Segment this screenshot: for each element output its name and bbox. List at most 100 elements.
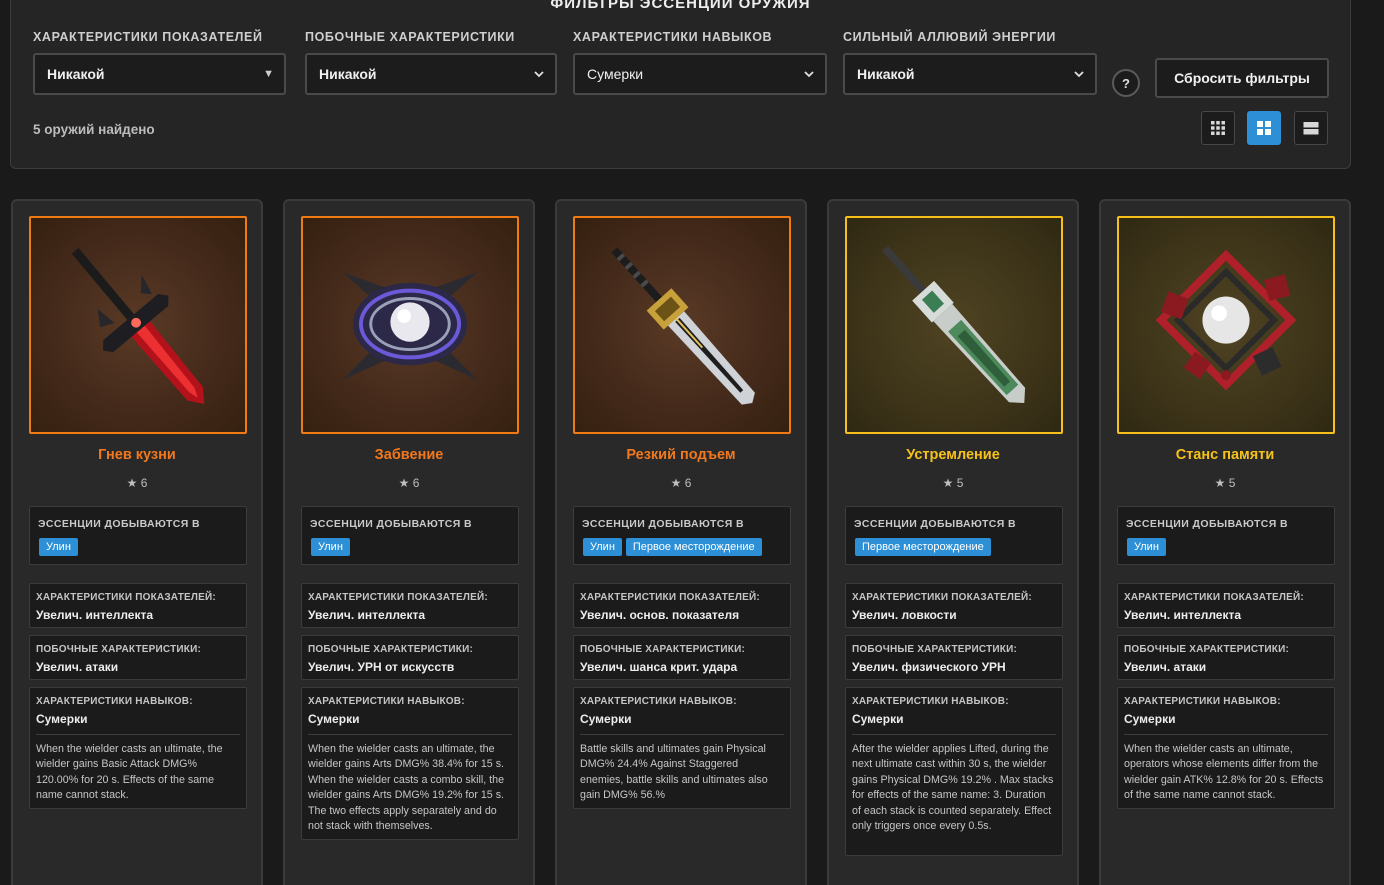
weapon-name[interactable]: Забвение bbox=[285, 447, 533, 463]
stat-label: ХАРАКТЕРИСТИКИ ПОКАЗАТЕЛЕЙ: bbox=[852, 592, 1032, 603]
alluvium-energy-select[interactable]: Никакой bbox=[843, 53, 1097, 95]
divider bbox=[1124, 734, 1328, 735]
secondary-stats-select[interactable]: Никакой bbox=[305, 53, 557, 95]
skill-description: Battle skills and ultimates gain Physica… bbox=[580, 743, 768, 802]
list-icon bbox=[1303, 122, 1319, 135]
source-tag[interactable]: Улин bbox=[311, 538, 350, 556]
stat-label: ХАРАКТЕРИСТИКИ НАВЫКОВ: bbox=[1124, 696, 1281, 707]
stat-value: Сумерки bbox=[36, 712, 88, 726]
results-count: 5 оружий найдено bbox=[33, 122, 155, 137]
weapon-image bbox=[29, 216, 247, 434]
stat-value: Сумерки bbox=[852, 712, 904, 726]
weapon-card[interactable]: Гнев кузни ★ 6 ЭССЕНЦИИ ДОБЫВАЮТСЯ В Ули… bbox=[11, 199, 263, 885]
skill-stat-box: ХАРАКТЕРИСТИКИ НАВЫКОВ: Сумерки When the… bbox=[301, 687, 519, 840]
source-box: ЭССЕНЦИИ ДОБЫВАЮТСЯ В Улин bbox=[1117, 506, 1335, 565]
stat-label: ХАРАКТЕРИСТИКИ ПОКАЗАТЕЛЕЙ: bbox=[1124, 592, 1304, 603]
primary-stat-box: ХАРАКТЕРИСТИКИ ПОКАЗАТЕЛЕЙ: Увелич. инте… bbox=[29, 583, 247, 628]
arts-unit-icon bbox=[342, 271, 478, 380]
skill-stats-select[interactable]: Сумерки bbox=[573, 53, 827, 95]
source-box: ЭССЕНЦИИ ДОБЫВАЮТСЯ В Улин bbox=[29, 506, 247, 565]
source-label: ЭССЕНЦИИ ДОБЫВАЮТСЯ В bbox=[38, 518, 201, 530]
stat-value: Сумерки bbox=[308, 712, 360, 726]
skill-description: When the wielder casts an ultimate, the … bbox=[308, 743, 505, 833]
source-tag[interactable]: Первое месторождение bbox=[855, 538, 991, 556]
stat-label: ПОБОЧНЫЕ ХАРАКТЕРИСТИКИ: bbox=[852, 644, 1018, 655]
source-label: ЭССЕНЦИИ ДОБЫВАЮТСЯ В bbox=[854, 518, 1017, 530]
weapon-card[interactable]: Резкий подъем ★ 6 ЭССЕНЦИИ ДОБЫВАЮТСЯ В … bbox=[555, 199, 807, 885]
stat-label: ХАРАКТЕРИСТИКИ ПОКАЗАТЕЛЕЙ: bbox=[308, 592, 488, 603]
stat-value: Увелич. интеллекта bbox=[1124, 608, 1242, 622]
view-small-grid-button[interactable] bbox=[1201, 111, 1235, 145]
chevron-down-icon bbox=[534, 71, 544, 78]
stat-value: Увелич. ловкости bbox=[852, 608, 957, 622]
red-greatsword-icon bbox=[71, 248, 205, 404]
chevron-down-icon bbox=[1074, 71, 1084, 78]
weapon-rarity: ★ 6 bbox=[670, 476, 692, 490]
source-box: ЭССЕНЦИИ ДОБЫВАЮТСЯ В Улин Первое местор… bbox=[573, 506, 791, 565]
weapon-name[interactable]: Резкий подъем bbox=[557, 447, 805, 463]
select-value: Никакой bbox=[319, 66, 377, 82]
select-value: Никакой bbox=[857, 66, 915, 82]
skill-description: When the wielder casts an ultimate, oper… bbox=[1124, 743, 1324, 802]
stat-label: ХАРАКТЕРИСТИКИ НАВЫКОВ: bbox=[36, 696, 193, 707]
stat-label: ХАРАКТЕРИСТИКИ НАВЫКОВ: bbox=[852, 696, 1009, 707]
stat-label: ХАРАКТЕРИСТИКИ ПОКАЗАТЕЛЕЙ: bbox=[580, 592, 760, 603]
caret-down-icon: ▼ bbox=[263, 68, 274, 80]
stat-value: Увелич. физического УРН bbox=[852, 660, 1006, 674]
reset-filters-button[interactable]: Сбросить фильтры bbox=[1155, 58, 1329, 98]
filter-panel: ФИЛЬТРЫ ЭССЕНЦИЙ ОРУЖИЯ ХАРАКТЕРИСТИКИ П… bbox=[10, 0, 1351, 169]
primary-stat-box: ХАРАКТЕРИСТИКИ ПОКАЗАТЕЛЕЙ: Увелич. осно… bbox=[573, 583, 791, 628]
stat-value: Увелич. основ. показателя bbox=[580, 608, 740, 622]
help-button[interactable]: ? bbox=[1112, 69, 1140, 97]
view-list-button[interactable] bbox=[1294, 111, 1328, 145]
source-tag[interactable]: Улин bbox=[39, 538, 78, 556]
filter-label: СИЛЬНЫЙ АЛЛЮВИЙ ЭНЕРГИИ bbox=[843, 30, 1057, 44]
weapon-rarity: ★ 6 bbox=[126, 476, 148, 490]
primary-stat-box: ХАРАКТЕРИСТИКИ ПОКАЗАТЕЛЕЙ: Увелич. ловк… bbox=[845, 583, 1063, 628]
stat-value: Увелич. атаки bbox=[1124, 660, 1207, 674]
source-box: ЭССЕНЦИИ ДОБЫВАЮТСЯ В Улин bbox=[301, 506, 519, 565]
stat-value: Увелич. атаки bbox=[36, 660, 119, 674]
skill-stat-box: ХАРАКТЕРИСТИКИ НАВЫКОВ: Сумерки When the… bbox=[1117, 687, 1335, 809]
weapon-card[interactable]: Устремление ★ 5 ЭССЕНЦИИ ДОБЫВАЮТСЯ В Пе… bbox=[827, 199, 1079, 885]
stat-value: Увелич. шанса крит. удара bbox=[580, 660, 738, 674]
stat-value: Увелич. интеллекта bbox=[36, 608, 154, 622]
select-value: Сумерки bbox=[587, 66, 644, 82]
primary-stat-box: ХАРАКТЕРИСТИКИ ПОКАЗАТЕЛЕЙ: Увелич. инте… bbox=[1117, 583, 1335, 628]
weapon-image bbox=[301, 216, 519, 434]
weapon-card[interactable]: Станс памяти ★ 5 ЭССЕНЦИИ ДОБЫВАЮТСЯ В У… bbox=[1099, 199, 1351, 885]
grid-large-icon bbox=[1257, 121, 1271, 135]
primary-stats-select[interactable]: Никакой ▼ bbox=[33, 53, 286, 95]
secondary-stat-box: ПОБОЧНЫЕ ХАРАКТЕРИСТИКИ: Увелич. атаки bbox=[29, 635, 247, 680]
secondary-stat-box: ПОБОЧНЫЕ ХАРАКТЕРИСТИКИ: Увелич. атаки bbox=[1117, 635, 1335, 680]
source-label: ЭССЕНЦИИ ДОБЫВАЮТСЯ В bbox=[1126, 518, 1289, 530]
stat-label: ПОБОЧНЫЕ ХАРАКТЕРИСТИКИ: bbox=[36, 644, 202, 655]
weapon-name[interactable]: Станс памяти bbox=[1101, 447, 1349, 463]
skill-stat-box: ХАРАКТЕРИСТИКИ НАВЫКОВ: Сумерки Battle s… bbox=[573, 687, 791, 809]
filter-label: ХАРАКТЕРИСТИКИ НАВЫКОВ bbox=[573, 30, 773, 44]
weapon-rarity: ★ 6 bbox=[398, 476, 420, 490]
secondary-stat-box: ПОБОЧНЫЕ ХАРАКТЕРИСТИКИ: Увелич. УРН от … bbox=[301, 635, 519, 680]
divider bbox=[580, 734, 784, 735]
secondary-stat-box: ПОБОЧНЫЕ ХАРАКТЕРИСТИКИ: Увелич. шанса к… bbox=[573, 635, 791, 680]
view-large-grid-button[interactable] bbox=[1247, 111, 1281, 145]
select-value: Никакой bbox=[47, 66, 105, 82]
weapon-rarity: ★ 5 bbox=[1214, 476, 1236, 490]
source-tag[interactable]: Первое месторождение bbox=[625, 538, 762, 556]
weapon-name[interactable]: Гнев кузни bbox=[13, 447, 261, 463]
gold-sword-icon bbox=[611, 247, 755, 405]
skill-description: After the wielder applies Lifted, during… bbox=[852, 743, 1054, 833]
stat-value: Сумерки bbox=[1124, 712, 1176, 726]
filter-secondary-stats: ПОБОЧНЫЕ ХАРАКТЕРИСТИКИ Никакой bbox=[305, 30, 557, 95]
chevron-down-icon bbox=[804, 71, 814, 78]
memory-unit-icon bbox=[1155, 249, 1297, 391]
source-tag[interactable]: Улин bbox=[1127, 538, 1166, 556]
weapon-name[interactable]: Устремление bbox=[829, 447, 1077, 463]
source-label: ЭССЕНЦИИ ДОБЫВАЮТСЯ В bbox=[310, 518, 473, 530]
source-tag[interactable]: Улин bbox=[583, 538, 622, 556]
skill-stat-box: ХАРАКТЕРИСТИКИ НАВЫКОВ: Сумерки When the… bbox=[29, 687, 247, 809]
divider bbox=[308, 734, 512, 735]
stat-label: ПОБОЧНЫЕ ХАРАКТЕРИСТИКИ: bbox=[1124, 644, 1290, 655]
weapon-card[interactable]: Забвение ★ 6 ЭССЕНЦИИ ДОБЫВАЮТСЯ В Улин … bbox=[283, 199, 535, 885]
filter-label: ПОБОЧНЫЕ ХАРАКТЕРИСТИКИ bbox=[305, 30, 515, 44]
